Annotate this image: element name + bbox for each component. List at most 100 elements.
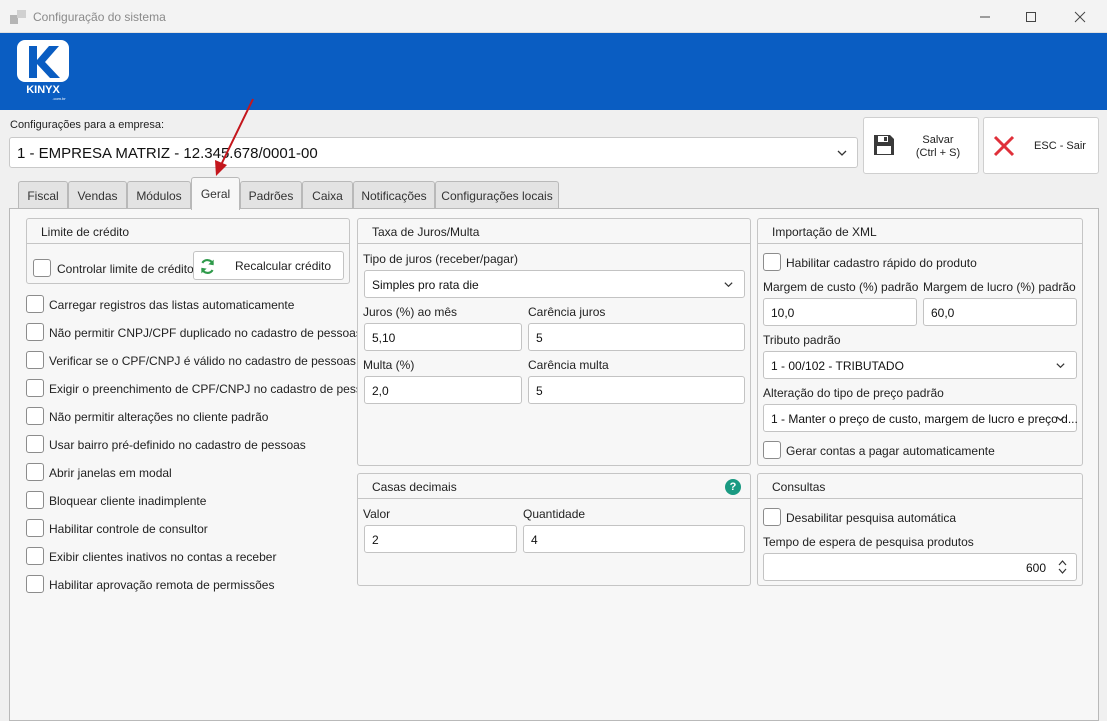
decimal-value-value: 2: [372, 533, 379, 547]
option-label: Habilitar controle de consultor: [49, 522, 208, 536]
search-delay-value: 600: [1025, 561, 1046, 575]
cost-margin-input[interactable]: 10,0: [763, 298, 917, 326]
option-label: Habilitar aprovação remota de permissões: [49, 578, 275, 592]
quick-product-checkbox[interactable]: [763, 253, 781, 271]
xml-import-group: Importação de XML Habilitar cadastro ráp…: [757, 218, 1083, 466]
interest-rate-value: 5,10: [372, 331, 396, 345]
fine-grace-label: Carência multa: [528, 358, 609, 372]
save-label-line1: Salvar: [922, 134, 954, 146]
fine-grace-input[interactable]: 5: [528, 376, 745, 404]
interest-fine-header: Taxa de Juros/Multa: [358, 219, 750, 244]
cost-margin-value: 10,0: [771, 306, 795, 320]
exit-button[interactable]: ESC - Sair: [983, 117, 1099, 174]
tab-geral[interactable]: Geral: [191, 177, 240, 210]
tab-notificacoes[interactable]: Notificações: [353, 181, 435, 209]
maximize-icon: [1026, 11, 1036, 22]
profit-margin-label: Margem de lucro (%) padrão: [923, 280, 1076, 294]
disable-auto-search-checkbox[interactable]: [763, 508, 781, 526]
decimal-value-input[interactable]: 2: [364, 525, 517, 553]
tab-padroes[interactable]: Padrões: [240, 181, 302, 209]
interest-rate-label: Juros (%) ao mês: [363, 305, 458, 319]
option-checkbox[interactable]: [26, 435, 44, 453]
option-checkbox[interactable]: [26, 519, 44, 537]
option-checkbox[interactable]: [26, 379, 44, 397]
option-checkbox[interactable]: [26, 547, 44, 565]
tab-caixa[interactable]: Caixa: [302, 181, 353, 209]
tab-modulos[interactable]: Módulos: [127, 181, 191, 209]
profit-margin-value: 60,0: [931, 306, 955, 320]
tax-default-select[interactable]: 1 - 00/102 - TRIBUTADO: [763, 351, 1077, 379]
credit-limit-group: Limite de crédito Controlar limite de cr…: [26, 218, 350, 284]
decimal-quantity-value: 4: [531, 533, 538, 547]
option-checkbox[interactable]: [26, 575, 44, 593]
interest-grace-value: 5: [536, 331, 543, 345]
floppy-disk-icon: [874, 135, 894, 155]
price-change-select[interactable]: 1 - Manter o preço de custo, margem de l…: [763, 404, 1078, 432]
quick-product-label: Habilitar cadastro rápido do produto: [786, 256, 977, 270]
decimal-quantity-input[interactable]: 4: [523, 525, 745, 553]
decimal-places-header: Casas decimais ?: [358, 474, 750, 499]
option-label: Bloquear cliente inadimplente: [49, 494, 207, 508]
minimize-button[interactable]: [962, 0, 1008, 33]
geral-tab-panel: Limite de crédito Controlar limite de cr…: [9, 208, 1099, 721]
decimal-quantity-label: Quantidade: [523, 507, 586, 521]
svg-text:KINYX: KINYX: [26, 84, 60, 96]
tax-default-value: 1 - 00/102 - TRIBUTADO: [771, 359, 904, 373]
option-checkbox[interactable]: [26, 463, 44, 481]
option-label: Usar bairro pré-definido no cadastro de …: [49, 438, 306, 452]
header-banner: [0, 33, 1107, 110]
spinner-arrows-icon[interactable]: [1057, 558, 1068, 576]
interest-fine-group: Taxa de Juros/Multa Tipo de juros (receb…: [357, 218, 751, 466]
close-window-button[interactable]: [1057, 0, 1103, 33]
empresa-select[interactable]: 1 - EMPRESA MATRIZ - 12.345.678/0001-00: [9, 137, 858, 168]
interest-type-select[interactable]: Simples pro rata die: [364, 270, 745, 298]
app-icon: [10, 10, 26, 24]
control-credit-checkbox[interactable]: [33, 259, 51, 277]
chevron-down-icon: [1056, 363, 1065, 369]
chevron-down-icon: [724, 282, 733, 288]
option-label: Exibir clientes inativos no contas a rec…: [49, 550, 277, 564]
save-label: Salvar (Ctrl + S): [906, 134, 970, 160]
interest-rate-input[interactable]: 5,10: [364, 323, 522, 351]
interest-grace-label: Carência juros: [528, 305, 606, 319]
save-button[interactable]: Salvar (Ctrl + S): [863, 117, 979, 174]
option-label: Verificar se o CPF/CNPJ é válido no cada…: [49, 354, 356, 368]
queries-title: Consultas: [772, 480, 826, 494]
cost-margin-label: Margem de custo (%) padrão: [763, 280, 919, 294]
option-label: Não permitir alterações no cliente padrã…: [49, 410, 269, 424]
maximize-button[interactable]: [1008, 0, 1054, 33]
empresa-value: 1 - EMPRESA MATRIZ - 12.345.678/0001-00: [17, 145, 318, 162]
queries-group: Consultas Desabilitar pesquisa automátic…: [757, 473, 1083, 586]
option-checkbox[interactable]: [26, 323, 44, 341]
interest-type-value: Simples pro rata die: [372, 278, 479, 292]
help-icon[interactable]: ?: [725, 479, 741, 495]
profit-margin-input[interactable]: 60,0: [923, 298, 1077, 326]
recalc-credit-button[interactable]: Recalcular crédito: [193, 251, 344, 280]
close-icon: [1074, 11, 1086, 22]
option-label: Abrir janelas em modal: [49, 466, 172, 480]
queries-header: Consultas: [758, 474, 1082, 499]
tab-configuracoes-locais[interactable]: Configurações locais: [435, 181, 559, 209]
option-checkbox[interactable]: [26, 491, 44, 509]
tab-vendas[interactable]: Vendas: [68, 181, 127, 209]
fine-rate-input[interactable]: 2,0: [364, 376, 522, 404]
option-checkbox[interactable]: [26, 407, 44, 425]
empresa-label: Configurações para a empresa:: [10, 119, 165, 131]
auto-payables-checkbox[interactable]: [763, 441, 781, 459]
option-checkbox[interactable]: [26, 351, 44, 369]
option-checkbox[interactable]: [26, 295, 44, 313]
chevron-down-icon: [837, 150, 847, 156]
option-label: Exigir o preenchimento de CPF/CNPJ no ca…: [49, 382, 382, 396]
save-label-line2: (Ctrl + S): [915, 147, 961, 159]
xml-import-title: Importação de XML: [772, 225, 877, 239]
disable-auto-search-label: Desabilitar pesquisa automática: [786, 511, 957, 525]
tab-fiscal[interactable]: Fiscal: [18, 181, 68, 209]
search-delay-spinbox[interactable]: 600: [763, 553, 1077, 581]
fine-rate-value: 2,0: [372, 384, 389, 398]
interest-grace-input[interactable]: 5: [528, 323, 745, 351]
interest-type-label: Tipo de juros (receber/pagar): [363, 252, 518, 266]
decimal-places-group: Casas decimais ? Valor 2 Quantidade 4: [357, 473, 751, 586]
window-title: Configuração do sistema: [33, 10, 166, 24]
search-delay-label: Tempo de espera de pesquisa produtos: [763, 535, 974, 549]
tax-default-label: Tributo padrão: [763, 333, 841, 347]
